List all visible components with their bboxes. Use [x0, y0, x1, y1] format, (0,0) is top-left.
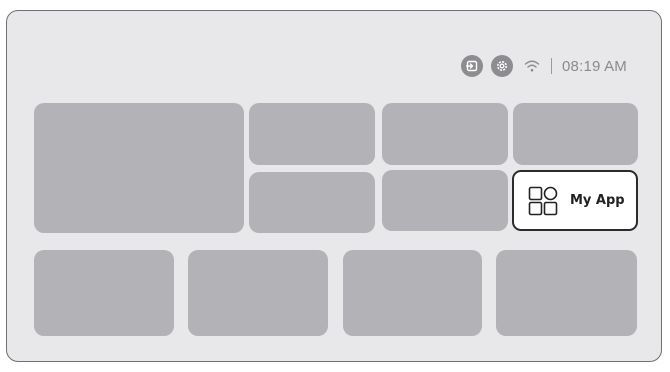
app-tile-2[interactable] — [382, 103, 508, 165]
input-source-icon[interactable] — [461, 55, 483, 77]
status-separator — [551, 58, 552, 74]
bottom-tile-2[interactable] — [188, 250, 328, 336]
status-bar: 08:19 AM — [461, 52, 627, 80]
app-tile-3[interactable] — [513, 103, 638, 165]
bottom-tile-3[interactable] — [343, 250, 482, 336]
apps-grid-icon — [528, 186, 558, 216]
app-tile-5[interactable] — [382, 170, 508, 231]
my-app-label: My App — [570, 193, 625, 208]
featured-tile[interactable] — [34, 103, 244, 233]
my-app-tile[interactable]: My App — [512, 170, 638, 231]
wifi-icon — [523, 57, 541, 75]
bottom-tile-1[interactable] — [34, 250, 174, 336]
app-tile-4[interactable] — [249, 172, 375, 233]
bottom-tile-4[interactable] — [496, 250, 637, 336]
app-tile-1[interactable] — [249, 103, 375, 165]
clock-time: 08:19 AM — [562, 57, 627, 75]
settings-gear-icon[interactable] — [491, 55, 513, 77]
